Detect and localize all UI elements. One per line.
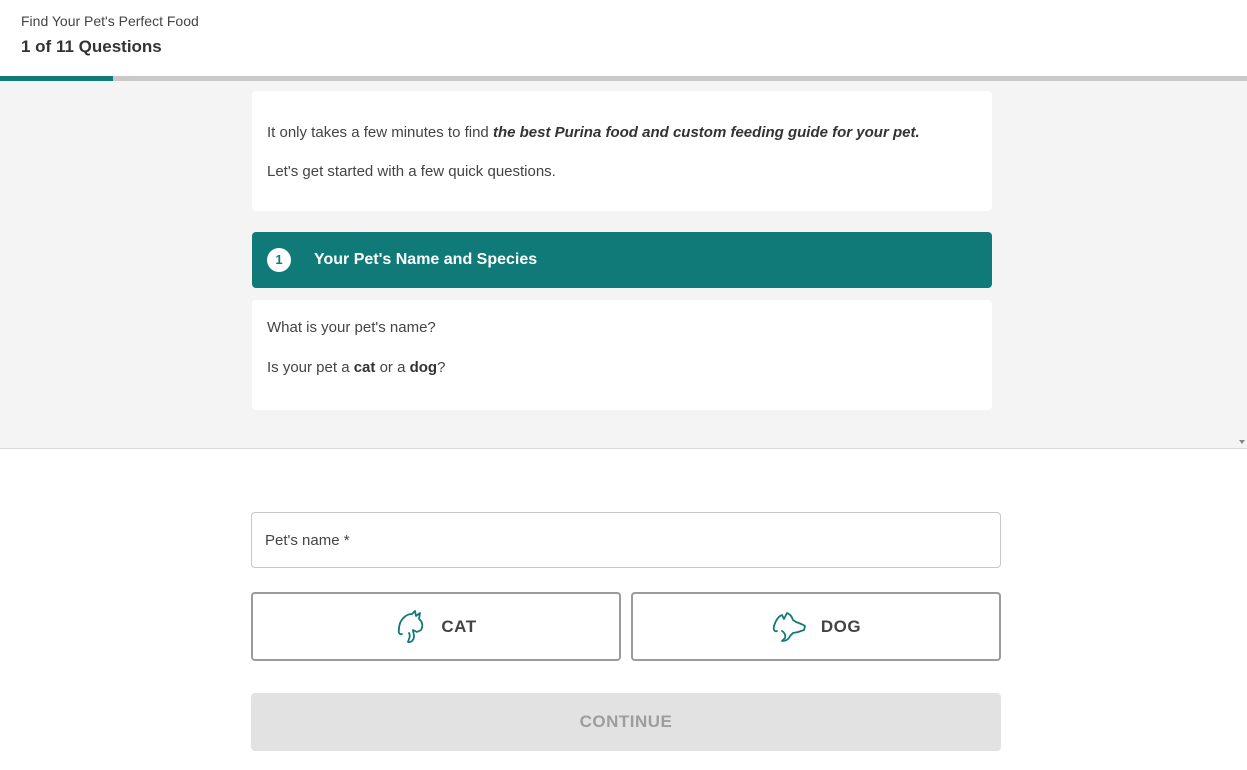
question-species-suffix: ? [437,359,446,376]
intro-card: It only takes a few minutes to find the … [252,91,992,211]
quiz-subtitle: Find Your Pet's Perfect Food [21,13,199,29]
intro-text: It only takes a few minutes to find the … [267,124,920,141]
quiz-header: Find Your Pet's Perfect Food 1 of 11 Que… [0,0,1247,78]
conversation-area[interactable]: It only takes a few minutes to find the … [0,81,1247,449]
question-species-prefix: Is your pet a [267,359,354,376]
section-header: 1 Your Pet's Name and Species [252,232,992,288]
questions-card: What is your pet's name? Is your pet a c… [252,300,992,410]
question-pet-name: What is your pet's name? [267,319,436,336]
cat-button[interactable]: CAT [251,592,621,661]
pet-name-input[interactable] [252,513,1000,567]
section-number-badge: 1 [267,248,291,272]
intro-subtext: Let's get started with a few quick quest… [267,163,556,180]
dog-label: DOG [820,616,862,636]
cat-label: CAT [441,616,477,636]
progress-label: 1 of 11 Questions [21,37,162,56]
question-species-mid: or a [375,359,410,376]
pet-name-field[interactable] [251,512,1001,568]
intro-text-bold: the best Purina food and custom feeding … [492,124,920,141]
section-title: Your Pet's Name and Species [314,251,538,268]
question-species-cat: cat [353,359,376,376]
intro-text-prefix: It only takes a few minutes to find [267,124,493,141]
cat-icon [395,609,429,645]
dog-button[interactable]: DOG [631,592,1001,661]
scroll-down-arrow-icon[interactable] [1239,440,1245,444]
dog-icon [771,610,809,644]
continue-button[interactable]: CONTINUE [251,693,1001,751]
question-pet-species: Is your pet a cat or a dog? [267,359,445,376]
question-species-dog: dog [409,359,438,376]
